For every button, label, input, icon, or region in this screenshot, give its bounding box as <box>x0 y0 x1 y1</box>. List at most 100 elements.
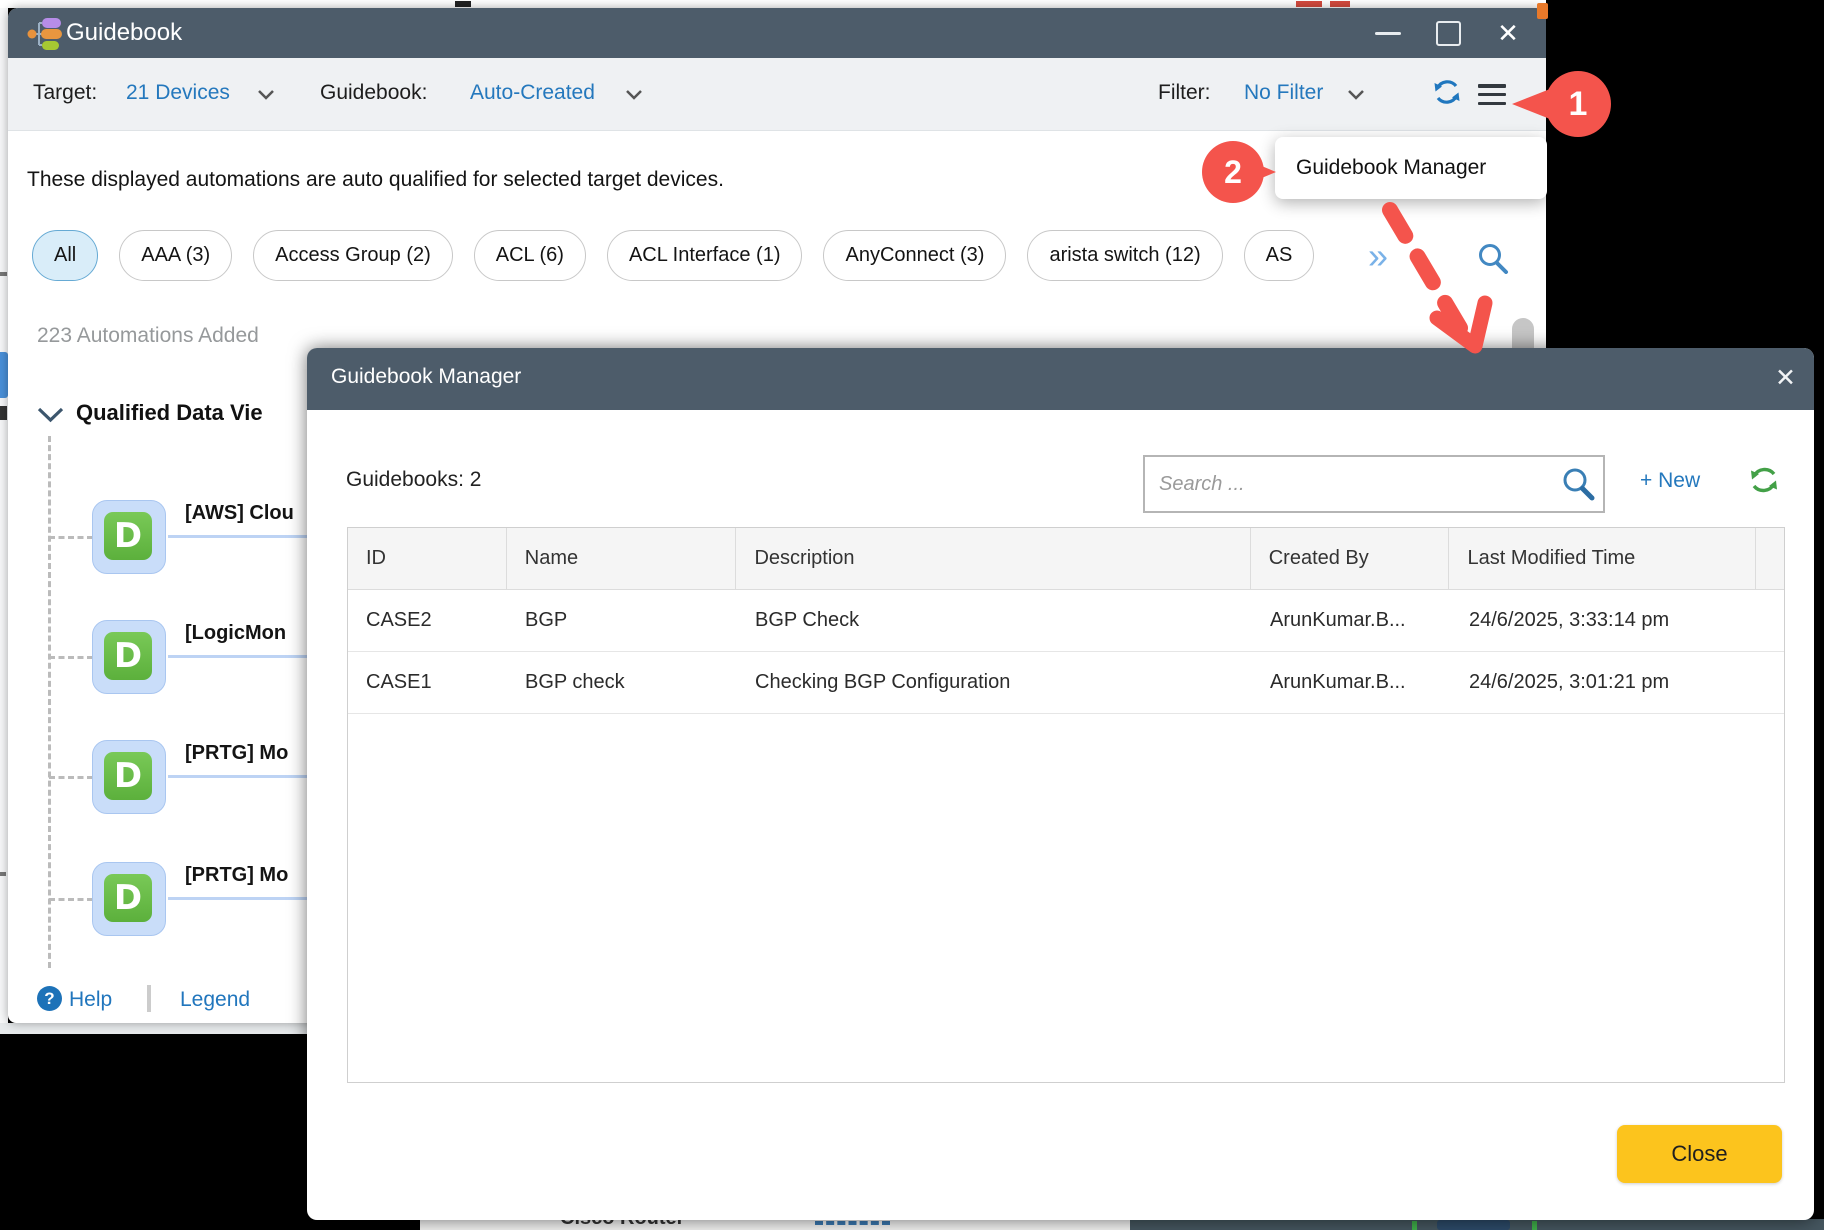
guidebooks-table: IDNameDescriptionCreated ByLast Modified… <box>347 527 1785 1083</box>
menu-item-label: Guidebook Manager <box>1296 156 1486 180</box>
table-column-header[interactable]: Description <box>736 528 1250 589</box>
tree-item-label: [PRTG] Mo <box>185 864 288 887</box>
target-label: Target: <box>33 81 97 105</box>
filter-chip[interactable]: AS <box>1244 230 1315 281</box>
filter-chip[interactable]: Access Group (2) <box>253 230 453 281</box>
collapse-chevron-icon[interactable] <box>37 406 64 424</box>
menu-item-guidebook-manager[interactable]: Guidebook Manager <box>1275 137 1547 199</box>
background-fragment <box>1330 1 1350 7</box>
background-bottom-strip: Cisco Router <box>420 1219 1130 1230</box>
table-column-header[interactable]: Created By <box>1251 528 1450 589</box>
filter-chip[interactable]: arista switch (12) <box>1027 230 1222 281</box>
tree-item-label: [LogicMon <box>185 622 286 645</box>
table-column-header[interactable]: ID <box>348 528 507 589</box>
table-cell: BGP <box>507 590 737 651</box>
tree-connector <box>49 536 93 539</box>
background-fragment <box>1296 1 1322 7</box>
background-top-strip <box>0 0 1546 8</box>
screen: Cisco Router Guidebook ✕ Target: 21 Devi… <box>0 0 1824 1230</box>
data-view-icon-letter: D <box>104 874 152 922</box>
guidebook-manager-dialog: Guidebook Manager ✕ Guidebooks: 2 + New … <box>307 348 1814 1220</box>
guidebook-label: Guidebook: <box>320 81 427 105</box>
search-icon[interactable] <box>1477 242 1509 274</box>
toolbar: Target: 21 Devices Guidebook: Auto-Creat… <box>8 58 1546 131</box>
tree-connector <box>49 898 93 901</box>
table-cell: Checking BGP Configuration <box>737 652 1252 713</box>
table-column-header-spacer <box>1756 528 1784 589</box>
search-icon[interactable] <box>1561 467 1595 501</box>
filter-select[interactable]: No Filter <box>1244 81 1323 105</box>
filter-label: Filter: <box>1158 81 1211 105</box>
maximize-button[interactable] <box>1428 8 1468 58</box>
data-view-icon[interactable]: D <box>92 500 166 574</box>
close-button[interactable]: Close <box>1617 1125 1782 1183</box>
data-view-icon[interactable]: D <box>92 620 166 694</box>
table-cell: ArunKumar.B... <box>1252 652 1451 713</box>
filter-chip[interactable]: ACL (6) <box>474 230 586 281</box>
filter-chip[interactable]: All <box>32 230 98 281</box>
refresh-icon[interactable] <box>1432 77 1462 107</box>
background-fragment <box>1437 1220 1510 1230</box>
table-cell: BGP check <box>507 652 737 713</box>
table-cell: CASE1 <box>348 652 507 713</box>
window-title: Guidebook <box>66 19 182 47</box>
background-strip <box>0 1023 307 1034</box>
filter-chip[interactable]: AAA (3) <box>119 230 232 281</box>
table-row[interactable]: CASE2BGPBGP CheckArunKumar.B...24/6/2025… <box>348 590 1784 652</box>
target-select[interactable]: 21 Devices <box>126 81 230 105</box>
chevron-down-icon[interactable] <box>626 90 642 100</box>
dialog-close-icon[interactable]: ✕ <box>1775 363 1796 393</box>
table-cell: 24/6/2025, 3:33:14 pm <box>1451 590 1758 651</box>
background-left-strip <box>0 8 8 1023</box>
data-view-icon[interactable]: D <box>92 740 166 814</box>
background-text-fragment: Cisco Router <box>560 1219 684 1230</box>
chevron-down-icon[interactable] <box>258 90 274 100</box>
background-fragment <box>815 1221 890 1225</box>
help-link[interactable]: Help <box>69 988 112 1012</box>
filter-chip[interactable]: ACL Interface (1) <box>607 230 803 281</box>
background-fragment <box>0 352 8 398</box>
table-column-header[interactable]: Name <box>507 528 737 589</box>
info-text: These displayed automations are auto qua… <box>27 168 724 192</box>
background-fragment <box>1412 1221 1417 1230</box>
dialog-search-input[interactable] <box>1145 457 1603 511</box>
table-cell: CASE2 <box>348 590 507 651</box>
tree-item-label: [PRTG] Mo <box>185 742 288 765</box>
background-bottom-strip <box>1130 1219 1824 1230</box>
tree-heading: Qualified Data Vie <box>76 400 263 426</box>
table-header-row: IDNameDescriptionCreated ByLast Modified… <box>348 528 1784 590</box>
chips-overflow-icon[interactable]: » <box>1368 230 1388 282</box>
dialog-header: Guidebook Manager ✕ <box>307 348 1814 410</box>
guidebooks-count: Guidebooks: 2 <box>346 468 481 492</box>
new-guidebook-button[interactable]: + New <box>1640 469 1700 493</box>
minimize-button[interactable] <box>1368 8 1408 58</box>
table-column-header[interactable]: Last Modified Time <box>1449 528 1756 589</box>
table-cell: 24/6/2025, 3:01:21 pm <box>1451 652 1758 713</box>
automation-count: 223 Automations Added <box>37 324 259 348</box>
table-row[interactable]: CASE1BGP checkChecking BGP Configuration… <box>348 652 1784 714</box>
filter-chip[interactable]: AnyConnect (3) <box>823 230 1006 281</box>
refresh-icon[interactable] <box>1748 464 1780 496</box>
guidebook-select[interactable]: Auto-Created <box>470 81 595 105</box>
legend-link[interactable]: Legend <box>180 988 250 1012</box>
background-fragment <box>1532 1221 1537 1230</box>
data-view-icon-letter: D <box>104 752 152 800</box>
data-view-icon-letter: D <box>104 512 152 560</box>
data-view-icon[interactable]: D <box>92 862 166 936</box>
tree-item-label: [AWS] Clou <box>185 502 294 525</box>
help-icon[interactable]: ? <box>37 986 62 1011</box>
annotation-step-2: 2 <box>1202 141 1264 203</box>
guidebook-app-icon <box>26 17 62 51</box>
window-titlebar: Guidebook ✕ <box>8 8 1546 58</box>
background-fragment <box>1537 3 1548 19</box>
chevron-down-icon[interactable] <box>1348 90 1364 100</box>
annotation-step-1: 1 <box>1545 71 1611 137</box>
menu-hamburger-icon[interactable] <box>1478 84 1506 105</box>
data-view-icon-letter: D <box>104 632 152 680</box>
dialog-title: Guidebook Manager <box>331 365 521 389</box>
footer-divider <box>147 985 151 1012</box>
table-cell: BGP Check <box>737 590 1252 651</box>
background-fragment <box>0 406 7 420</box>
tree-connector <box>49 776 93 779</box>
window-close-button[interactable]: ✕ <box>1486 8 1530 58</box>
